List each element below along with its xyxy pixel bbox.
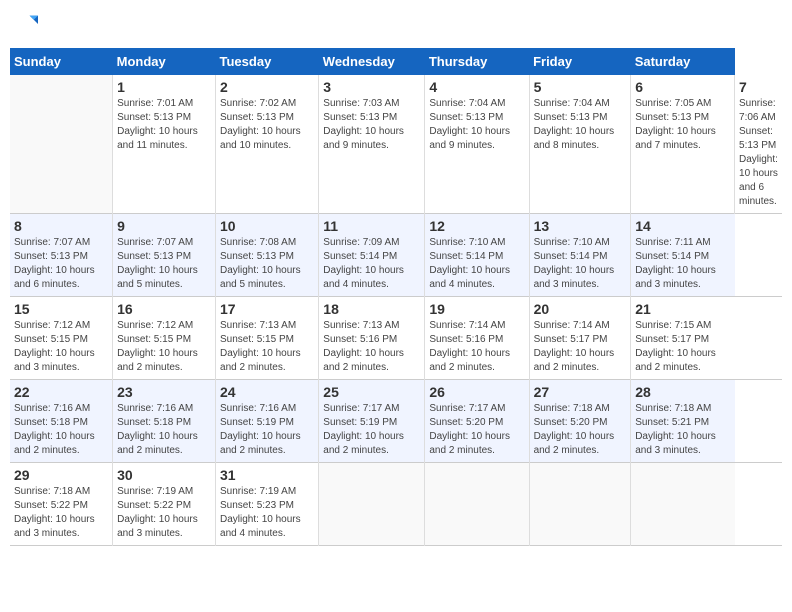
cell-w3d3: 18Sunrise: 7:13 AMSunset: 5:16 PMDayligh…	[319, 297, 425, 380]
cell-w1d1: 1Sunrise: 7:01 AMSunset: 5:13 PMDaylight…	[113, 75, 216, 214]
header-wednesday: Wednesday	[319, 48, 425, 75]
header-monday: Monday	[113, 48, 216, 75]
cell-w3d6: 21Sunrise: 7:15 AMSunset: 5:17 PMDayligh…	[631, 297, 735, 380]
cell-w2d5: 13Sunrise: 7:10 AMSunset: 5:14 PMDayligh…	[529, 214, 631, 297]
cell-w1d7: 7Sunrise: 7:06 AMSunset: 5:13 PMDaylight…	[735, 75, 782, 214]
cell-w3d0: 15Sunrise: 7:12 AMSunset: 5:15 PMDayligh…	[10, 297, 113, 380]
header-tuesday: Tuesday	[216, 48, 319, 75]
cell-w3d4: 19Sunrise: 7:14 AMSunset: 5:16 PMDayligh…	[425, 297, 529, 380]
cell-w4d1: 23Sunrise: 7:16 AMSunset: 5:18 PMDayligh…	[113, 380, 216, 463]
cell-w1d0	[10, 75, 113, 214]
calendar-table: SundayMondayTuesdayWednesdayThursdayFrid…	[10, 48, 782, 546]
cell-w2d4: 12Sunrise: 7:10 AMSunset: 5:14 PMDayligh…	[425, 214, 529, 297]
cell-w4d3: 25Sunrise: 7:17 AMSunset: 5:19 PMDayligh…	[319, 380, 425, 463]
logo	[10, 10, 40, 38]
cell-w4d0: 22Sunrise: 7:16 AMSunset: 5:18 PMDayligh…	[10, 380, 113, 463]
week-row-1: 1Sunrise: 7:01 AMSunset: 5:13 PMDaylight…	[10, 75, 782, 214]
week-row-2: 8Sunrise: 7:07 AMSunset: 5:13 PMDaylight…	[10, 214, 782, 297]
cell-w2d3: 11Sunrise: 7:09 AMSunset: 5:14 PMDayligh…	[319, 214, 425, 297]
header-friday: Friday	[529, 48, 631, 75]
cell-w2d1: 9Sunrise: 7:07 AMSunset: 5:13 PMDaylight…	[113, 214, 216, 297]
header-row: SundayMondayTuesdayWednesdayThursdayFrid…	[10, 48, 782, 75]
cell-w5d5	[529, 463, 631, 546]
cell-w1d4: 4Sunrise: 7:04 AMSunset: 5:13 PMDaylight…	[425, 75, 529, 214]
cell-w4d5: 27Sunrise: 7:18 AMSunset: 5:20 PMDayligh…	[529, 380, 631, 463]
cell-w1d5: 5Sunrise: 7:04 AMSunset: 5:13 PMDaylight…	[529, 75, 631, 214]
cell-w1d2: 2Sunrise: 7:02 AMSunset: 5:13 PMDaylight…	[216, 75, 319, 214]
cell-w1d3: 3Sunrise: 7:03 AMSunset: 5:13 PMDaylight…	[319, 75, 425, 214]
cell-w2d6: 14Sunrise: 7:11 AMSunset: 5:14 PMDayligh…	[631, 214, 735, 297]
header-sunday: Sunday	[10, 48, 113, 75]
cell-w4d4: 26Sunrise: 7:17 AMSunset: 5:20 PMDayligh…	[425, 380, 529, 463]
cell-w4d6: 28Sunrise: 7:18 AMSunset: 5:21 PMDayligh…	[631, 380, 735, 463]
header	[10, 10, 782, 38]
week-row-4: 22Sunrise: 7:16 AMSunset: 5:18 PMDayligh…	[10, 380, 782, 463]
cell-w5d3	[319, 463, 425, 546]
cell-w4d2: 24Sunrise: 7:16 AMSunset: 5:19 PMDayligh…	[216, 380, 319, 463]
cell-w5d6	[631, 463, 735, 546]
cell-w3d2: 17Sunrise: 7:13 AMSunset: 5:15 PMDayligh…	[216, 297, 319, 380]
week-row-5: 29Sunrise: 7:18 AMSunset: 5:22 PMDayligh…	[10, 463, 782, 546]
cell-w3d1: 16Sunrise: 7:12 AMSunset: 5:15 PMDayligh…	[113, 297, 216, 380]
week-row-3: 15Sunrise: 7:12 AMSunset: 5:15 PMDayligh…	[10, 297, 782, 380]
cell-w1d6: 6Sunrise: 7:05 AMSunset: 5:13 PMDaylight…	[631, 75, 735, 214]
cell-w5d1: 30Sunrise: 7:19 AMSunset: 5:22 PMDayligh…	[113, 463, 216, 546]
cell-w5d4	[425, 463, 529, 546]
header-thursday: Thursday	[425, 48, 529, 75]
cell-w5d0: 29Sunrise: 7:18 AMSunset: 5:22 PMDayligh…	[10, 463, 113, 546]
cell-w5d2: 31Sunrise: 7:19 AMSunset: 5:23 PMDayligh…	[216, 463, 319, 546]
cell-w2d0: 8Sunrise: 7:07 AMSunset: 5:13 PMDaylight…	[10, 214, 113, 297]
header-saturday: Saturday	[631, 48, 735, 75]
cell-w3d5: 20Sunrise: 7:14 AMSunset: 5:17 PMDayligh…	[529, 297, 631, 380]
logo-icon	[10, 10, 38, 38]
cell-w2d2: 10Sunrise: 7:08 AMSunset: 5:13 PMDayligh…	[216, 214, 319, 297]
